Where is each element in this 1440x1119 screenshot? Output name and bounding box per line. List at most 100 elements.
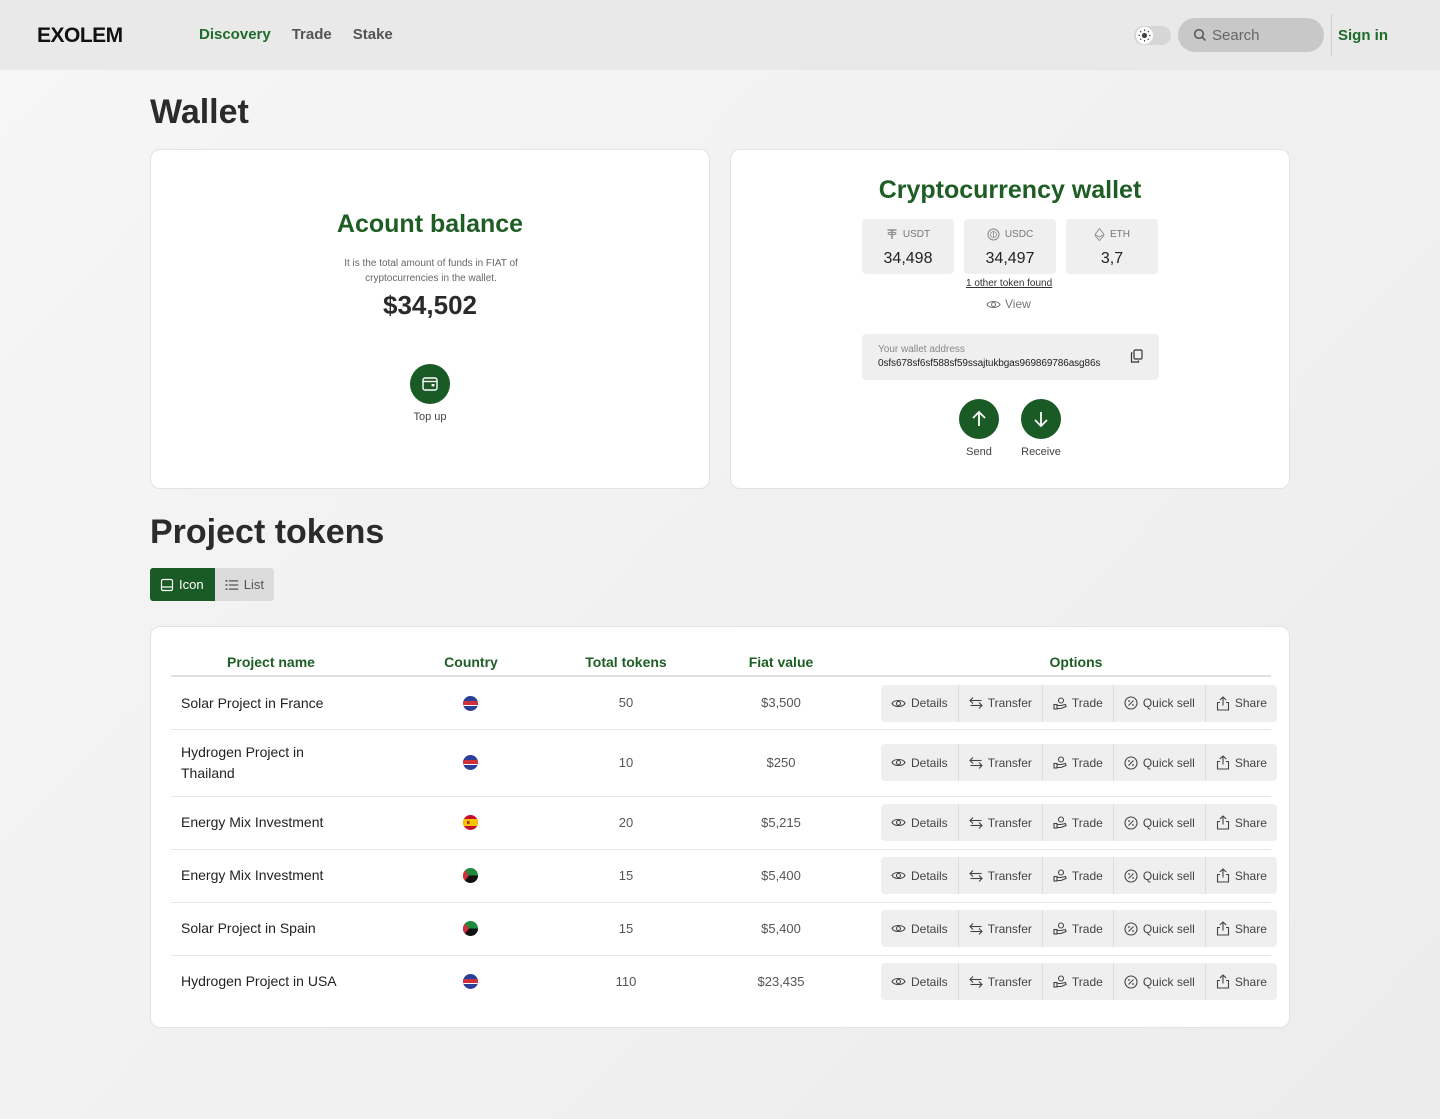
- token-name: USDC: [1004, 229, 1034, 240]
- project-name[interactable]: Solar Project in France: [181, 693, 341, 714]
- nav-discovery[interactable]: Discovery: [199, 26, 271, 43]
- quick-sell-label: Quick sell: [1142, 696, 1195, 710]
- quick-sell-button[interactable]: Quick sell: [1114, 963, 1206, 1000]
- balance-title: Acount balance: [336, 210, 524, 238]
- crypto-wallet-card: Cryptocurrency wallet USDT 34,498 USDC 3…: [730, 149, 1290, 489]
- token-usdt[interactable]: USDT 34,498: [862, 219, 954, 274]
- percent-badge-icon: [1124, 815, 1138, 830]
- project-name[interactable]: Energy Mix Investment: [181, 812, 341, 833]
- token-usdc[interactable]: USDC 34,497: [964, 219, 1056, 274]
- eye-icon: [986, 300, 1001, 308]
- share-label: Share: [1234, 921, 1267, 936]
- eye-icon: [891, 699, 906, 707]
- project-name[interactable]: Solar Project in Spain: [181, 918, 341, 939]
- nav-stake[interactable]: Stake: [353, 26, 393, 43]
- header-divider: [1331, 14, 1332, 56]
- project-name[interactable]: Energy Mix Investment: [181, 865, 341, 886]
- nav-trade[interactable]: Trade: [292, 26, 332, 43]
- view-toggle: Icon List: [150, 568, 274, 601]
- total-tokens: 10: [618, 754, 634, 770]
- transfer-label: Transfer: [987, 974, 1032, 989]
- transfer-icon: [968, 756, 983, 769]
- share-button[interactable]: Share: [1206, 963, 1277, 1000]
- trade-button[interactable]: Trade: [1043, 857, 1114, 894]
- trade-label: Trade: [1071, 815, 1103, 830]
- share-button[interactable]: Share: [1206, 685, 1277, 722]
- percent-badge-icon: [1124, 755, 1138, 770]
- token-eth[interactable]: ETH 3,7: [1066, 219, 1158, 274]
- share-button[interactable]: Share: [1206, 804, 1277, 841]
- details-button[interactable]: Details: [881, 910, 959, 947]
- share-button[interactable]: Share: [1206, 910, 1277, 947]
- total-tokens: 15: [618, 867, 634, 883]
- details-button[interactable]: Details: [881, 804, 959, 841]
- send-button[interactable]: [959, 399, 999, 439]
- view-tokens-link[interactable]: View: [986, 297, 1031, 311]
- token-name: ETH: [1110, 229, 1130, 240]
- wallet-address[interactable]: 0sfs678sf6sf588sf59ssajtukbgas969869786a…: [878, 358, 1100, 369]
- transfer-icon: [968, 816, 983, 829]
- transfer-label: Transfer: [987, 868, 1032, 883]
- flag-blue-red-icon: [463, 755, 478, 770]
- row-options: Details Transfer Trade Quick sell Share: [881, 910, 1277, 947]
- row-options: Details Transfer Trade Quick sell Share: [881, 963, 1277, 1000]
- quick-sell-button[interactable]: Quick sell: [1114, 744, 1206, 781]
- ethereum-icon: [1094, 228, 1105, 241]
- topup-button[interactable]: [410, 364, 450, 404]
- token-value: 3,7: [1100, 250, 1124, 267]
- quick-sell-button[interactable]: Quick sell: [1114, 684, 1206, 722]
- other-token-link[interactable]: 1 other token found: [966, 278, 1052, 289]
- transfer-button[interactable]: Transfer: [959, 804, 1043, 841]
- quick-sell-button[interactable]: Quick sell: [1114, 857, 1206, 894]
- row-options: Details Transfer Trade Quick sell Share: [881, 857, 1277, 894]
- row-options: Details Transfer Trade Quick sell Share: [881, 744, 1277, 781]
- receive-button[interactable]: [1021, 399, 1061, 439]
- trade-button[interactable]: Trade: [1043, 744, 1114, 781]
- details-button[interactable]: Details: [881, 857, 959, 894]
- fiat-value: $5,400: [761, 867, 801, 883]
- flag-blue-red-icon: [463, 695, 478, 711]
- search-input[interactable]: Search: [1178, 18, 1324, 52]
- project-name[interactable]: Hydrogen Project in USA: [181, 971, 341, 992]
- eye-icon: [891, 758, 906, 767]
- view-list-button[interactable]: List: [215, 568, 274, 601]
- header-project-name: Project name: [227, 654, 315, 670]
- share-button[interactable]: Share: [1206, 857, 1277, 894]
- trade-label: Trade: [1071, 868, 1103, 883]
- usdc-icon: [987, 228, 1000, 241]
- transfer-button[interactable]: Transfer: [959, 963, 1043, 1000]
- row-divider: [171, 796, 1271, 797]
- page-title: Wallet: [150, 93, 249, 131]
- details-label: Details: [911, 974, 948, 989]
- details-button[interactable]: Details: [881, 963, 959, 1000]
- view-icon-button[interactable]: Icon: [150, 568, 215, 601]
- trade-button[interactable]: Trade: [1043, 684, 1114, 722]
- signin-link[interactable]: Sign in: [1338, 27, 1388, 44]
- transfer-button[interactable]: Transfer: [959, 857, 1043, 894]
- transfer-button[interactable]: Transfer: [959, 910, 1043, 947]
- account-balance-card: Acount balance It is the total amount of…: [150, 149, 710, 489]
- trade-button[interactable]: Trade: [1043, 963, 1114, 1000]
- trade-button[interactable]: Trade: [1043, 910, 1114, 947]
- theme-toggle[interactable]: [1134, 26, 1171, 45]
- transfer-button[interactable]: Transfer: [959, 744, 1043, 781]
- trade-button[interactable]: Trade: [1043, 804, 1114, 841]
- logo[interactable]: EXOLEM: [37, 24, 123, 48]
- token-name: USDT: [902, 228, 931, 240]
- project-name[interactable]: Hydrogen Project in Thailand: [181, 742, 341, 784]
- total-tokens: 15: [618, 920, 634, 936]
- share-button[interactable]: Share: [1206, 744, 1277, 781]
- row-options: Details Transfer Trade Quick sell Share: [881, 684, 1277, 722]
- details-label: Details: [911, 696, 948, 710]
- transfer-button[interactable]: Transfer: [959, 684, 1043, 722]
- percent-badge-icon: [1124, 868, 1138, 883]
- quick-sell-button[interactable]: Quick sell: [1114, 804, 1206, 841]
- quick-sell-button[interactable]: Quick sell: [1114, 910, 1206, 947]
- copy-icon[interactable]: [1130, 349, 1143, 368]
- trade-icon: [1053, 869, 1067, 882]
- wallet-icon: [422, 377, 438, 391]
- section-title: Project tokens: [150, 513, 385, 551]
- trade-label: Trade: [1071, 974, 1103, 989]
- details-button[interactable]: Details: [881, 684, 959, 722]
- details-button[interactable]: Details: [881, 744, 959, 781]
